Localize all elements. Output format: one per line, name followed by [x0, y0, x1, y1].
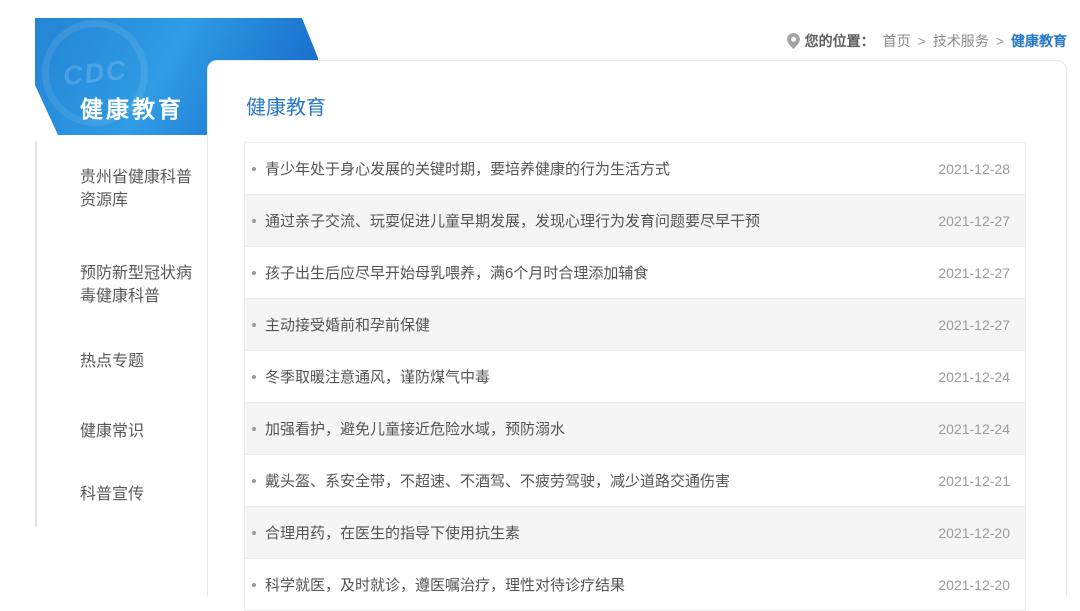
sidebar-item[interactable]: 热点专题 [80, 350, 194, 373]
article-row[interactable]: 主动接受婚前和孕前保健 2021-12-27 [245, 299, 1025, 351]
article-title-link[interactable]: 冬季取暖注意通风，谨防煤气中毒 [265, 366, 910, 387]
sidebar-divider-line [35, 141, 37, 527]
article-date: 2021-12-24 [926, 421, 1010, 437]
bullet-icon [252, 427, 256, 431]
location-pin-icon [787, 33, 800, 49]
bullet-icon [252, 531, 256, 535]
article-date: 2021-12-27 [926, 265, 1010, 281]
article-row[interactable]: 通过亲子交流、玩耍促进儿童早期发展，发现心理行为发育问题要尽早干预 2021-1… [245, 195, 1025, 247]
sidebar-item[interactable]: 贵州省健康科普资源库 [80, 166, 194, 212]
article-row[interactable]: 冬季取暖注意通风，谨防煤气中毒 2021-12-24 [245, 351, 1025, 403]
article-title-link[interactable]: 孩子出生后应尽早开始母乳喂养，满6个月时合理添加辅食 [265, 262, 910, 283]
breadcrumb-trail: 首页 > 技术服务 > 健康教育 [883, 31, 1067, 51]
sidebar-item[interactable]: 健康常识 [80, 420, 194, 443]
article-row[interactable]: 合理用药，在医生的指导下使用抗生素 2021-12-20 [245, 507, 1025, 559]
bullet-icon [252, 271, 256, 275]
article-title-link[interactable]: 合理用药，在医生的指导下使用抗生素 [265, 522, 910, 543]
article-title-link[interactable]: 戴头盔、系安全带，不超速、不酒驾、不疲劳驾驶，减少道路交通伤害 [265, 470, 910, 491]
bullet-icon [252, 375, 256, 379]
article-title-link[interactable]: 通过亲子交流、玩耍促进儿童早期发展，发现心理行为发育问题要尽早干预 [265, 210, 910, 231]
article-list: 青少年处于身心发展的关键时期，要培养健康的行为生活方式 2021-12-28 通… [244, 142, 1026, 611]
article-date: 2021-12-24 [926, 369, 1010, 385]
bullet-icon [252, 583, 256, 587]
breadcrumb-link[interactable]: 首页 [883, 31, 911, 51]
article-date: 2021-12-20 [926, 525, 1010, 541]
article-row[interactable]: 孩子出生后应尽早开始母乳喂养，满6个月时合理添加辅食 2021-12-27 [245, 247, 1025, 299]
article-title-link[interactable]: 主动接受婚前和孕前保健 [265, 314, 910, 335]
bullet-icon [252, 323, 256, 327]
bullet-icon [252, 479, 256, 483]
page-title: 健康教育 [246, 91, 326, 120]
sidebar-item[interactable]: 预防新型冠状病毒健康科普 [80, 262, 194, 308]
article-date: 2021-12-20 [926, 577, 1010, 593]
breadcrumb: 您的位置： 首页 > 技术服务 > 健康教育 [787, 31, 1067, 51]
breadcrumb-separator: > [918, 33, 926, 49]
article-row[interactable]: 青少年处于身心发展的关键时期，要培养健康的行为生活方式 2021-12-28 [245, 143, 1025, 195]
sidebar-item[interactable]: 科普宣传 [80, 483, 194, 506]
bullet-icon [252, 219, 256, 223]
article-date: 2021-12-28 [926, 161, 1010, 177]
article-title-link[interactable]: 青少年处于身心发展的关键时期，要培养健康的行为生活方式 [265, 158, 910, 179]
article-date: 2021-12-21 [926, 473, 1010, 489]
article-row[interactable]: 戴头盔、系安全带，不超速、不酒驾、不疲劳驾驶，减少道路交通伤害 2021-12-… [245, 455, 1025, 507]
article-date: 2021-12-27 [926, 213, 1010, 229]
breadcrumb-separator: > [996, 33, 1004, 49]
cdc-logo-text: CDC [61, 54, 128, 92]
bullet-icon [252, 167, 256, 171]
article-row[interactable]: 科学就医，及时就诊，遵医嘱治疗，理性对待诊疗结果 2021-12-20 [245, 559, 1025, 611]
article-row[interactable]: 加强看护，避免儿童接近危险水域，预防溺水 2021-12-24 [245, 403, 1025, 455]
banner-title: 健康教育 [80, 90, 184, 124]
breadcrumb-link[interactable]: 技术服务 [933, 31, 989, 51]
article-title-link[interactable]: 加强看护，避免儿童接近危险水域，预防溺水 [265, 418, 910, 439]
content-panel: 健康教育 青少年处于身心发展的关键时期，要培养健康的行为生活方式 2021-12… [207, 60, 1067, 596]
article-date: 2021-12-27 [926, 317, 1010, 333]
breadcrumb-label: 您的位置： [805, 31, 875, 51]
article-title-link[interactable]: 科学就医，及时就诊，遵医嘱治疗，理性对待诊疗结果 [265, 574, 910, 595]
breadcrumb-current: 健康教育 [1011, 31, 1067, 51]
